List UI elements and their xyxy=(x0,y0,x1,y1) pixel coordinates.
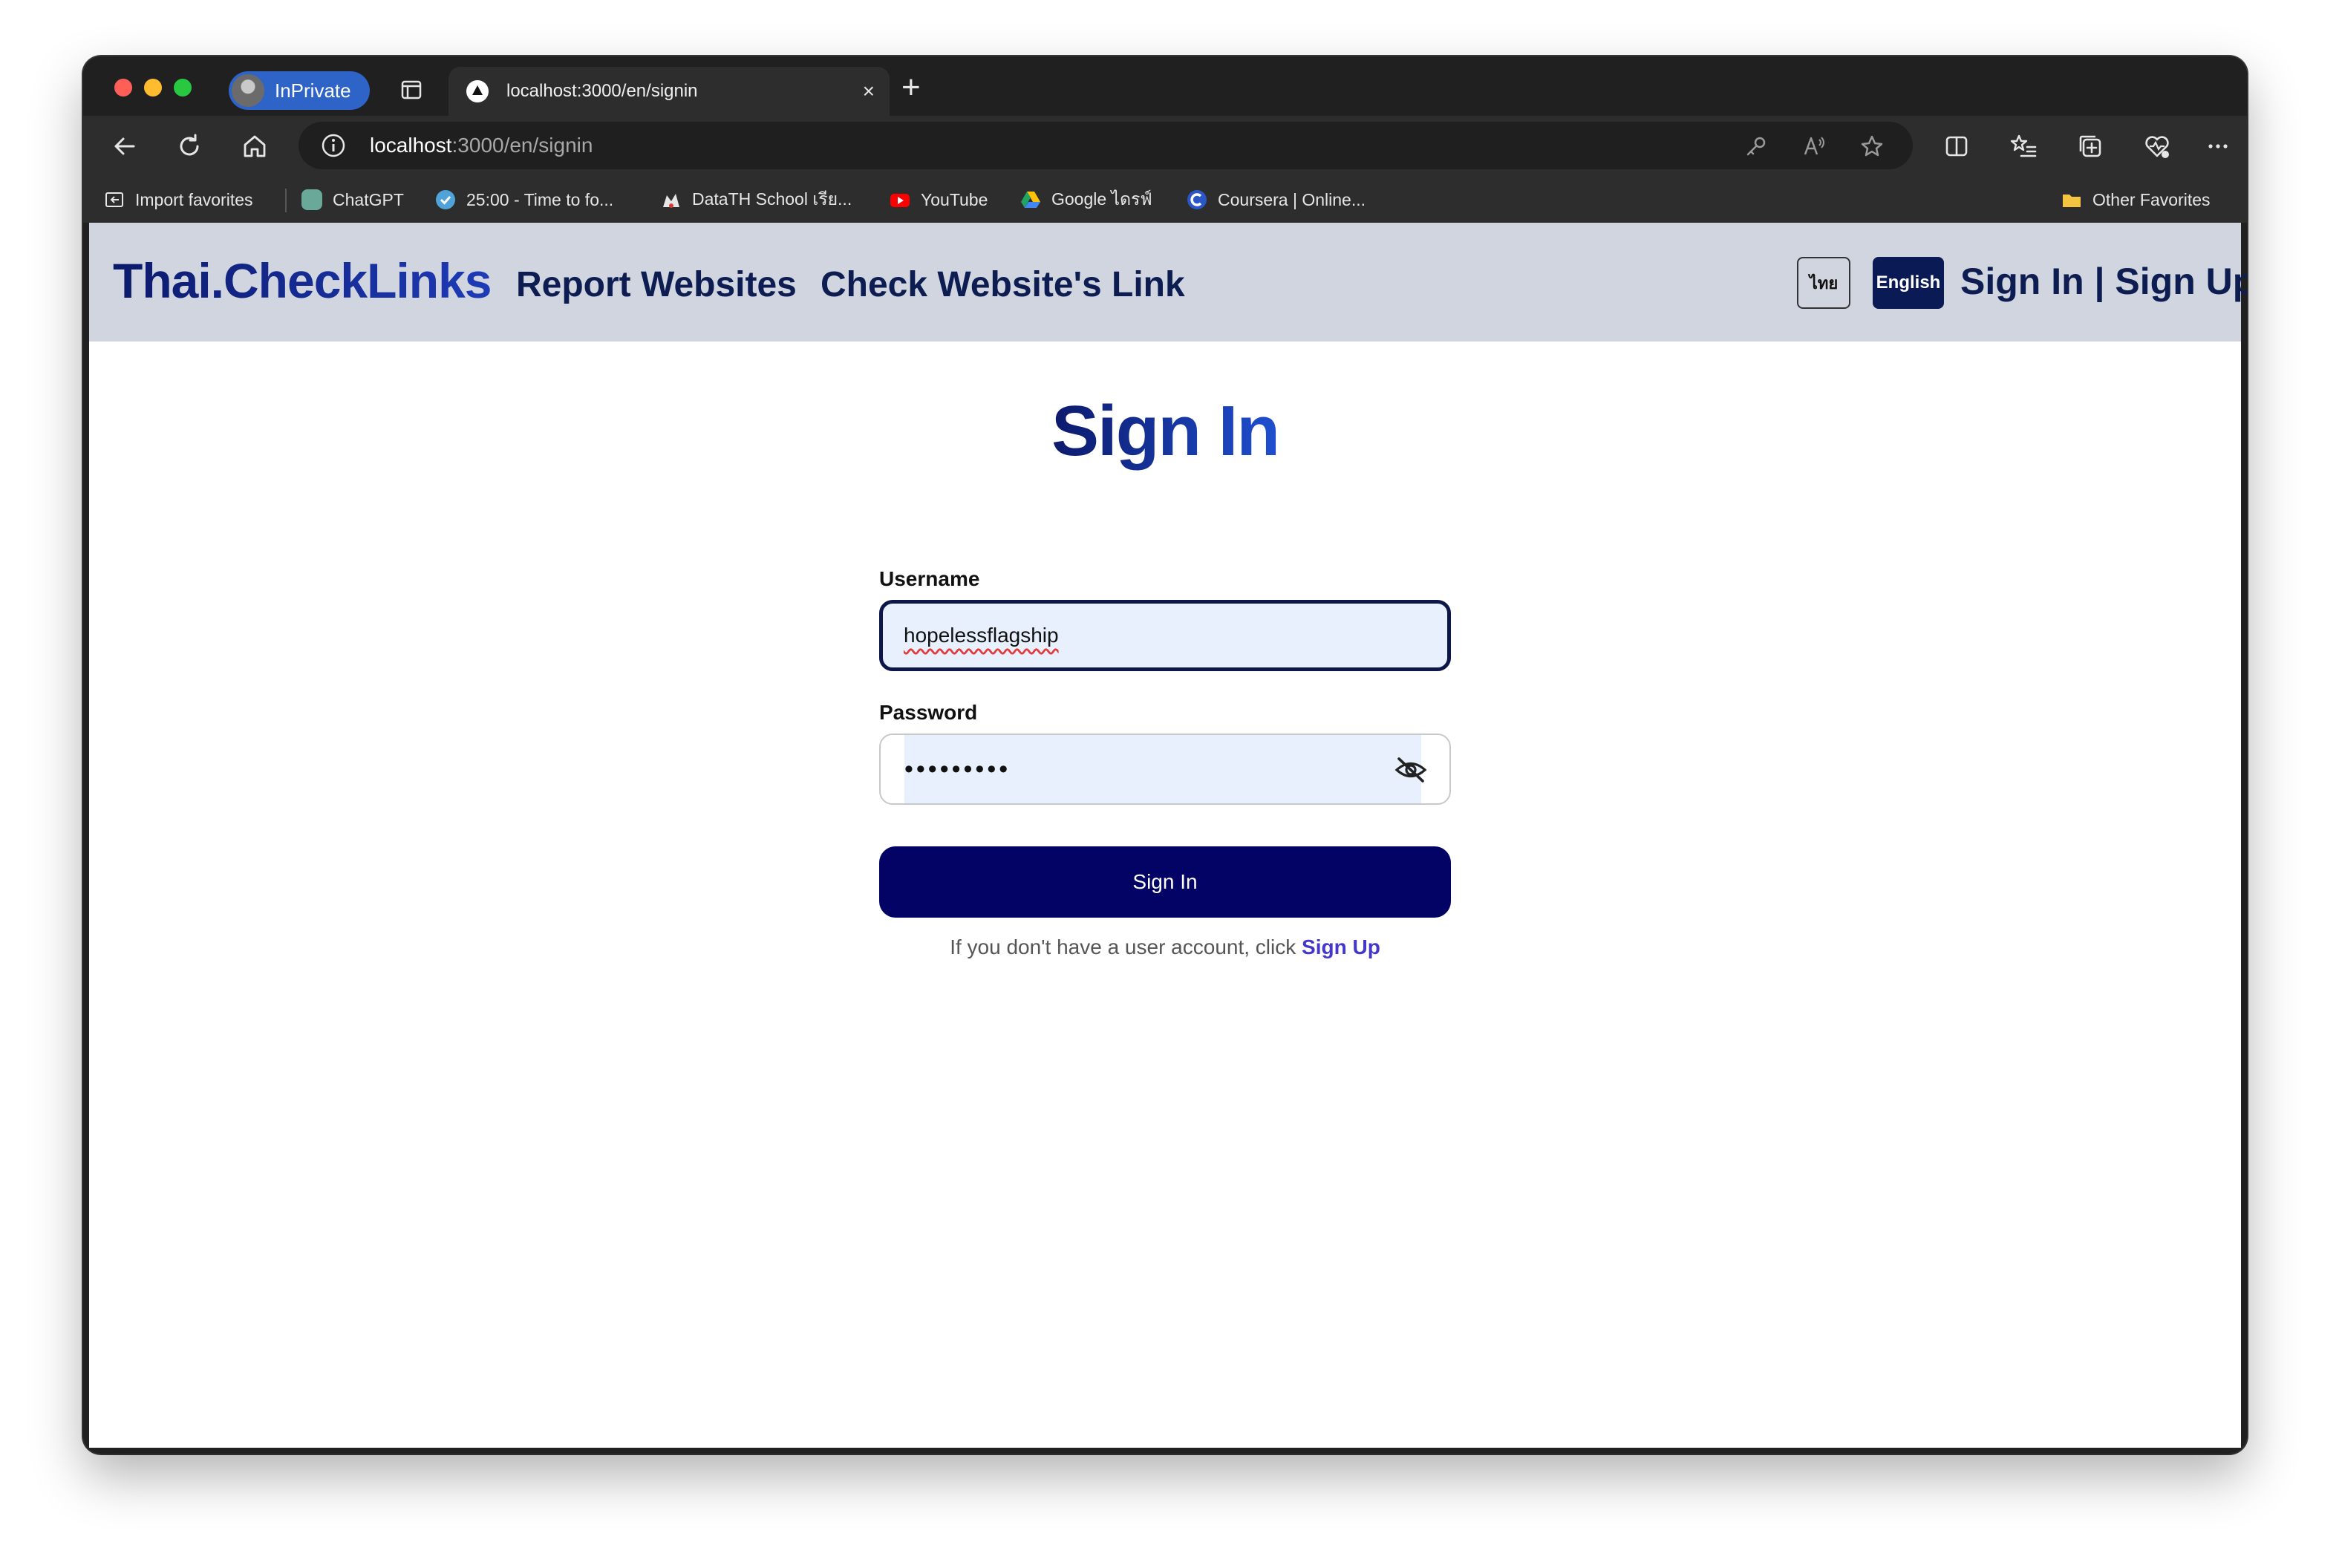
browser-toolbar: localhost:3000/en/signin xyxy=(83,116,2247,177)
signup-link[interactable]: Sign Up xyxy=(1302,935,1380,958)
favorite-datath[interactable]: DataTH School เรีย... xyxy=(661,187,852,212)
refresh-icon[interactable] xyxy=(175,132,203,160)
tab-actions-icon[interactable] xyxy=(401,80,422,99)
browser-essentials-icon[interactable] xyxy=(2143,132,2171,160)
url-host: localhost xyxy=(370,134,452,157)
page-title: Sign In xyxy=(89,391,2241,472)
favorite-label: Import favorites xyxy=(135,189,253,209)
site-info-icon[interactable] xyxy=(321,133,346,158)
password-label: Password xyxy=(879,701,978,724)
nav-signin-signup[interactable]: Sign In | Sign Up xyxy=(1960,260,2247,303)
favorite-star-icon[interactable] xyxy=(1859,134,1885,159)
home-icon[interactable] xyxy=(241,132,269,160)
signin-submit-button[interactable]: Sign In xyxy=(879,846,1451,918)
browser-window: InPrivate localhost:3000/en/signin × + l… xyxy=(83,56,2247,1454)
eye-off-icon[interactable] xyxy=(1394,756,1427,784)
favorite-youtube[interactable]: YouTube xyxy=(890,187,988,212)
nav-check-website-link[interactable]: Check Website's Link xyxy=(821,264,1185,305)
page-viewport: Thai.CheckLinks Report Websites Check We… xyxy=(89,223,2247,1448)
youtube-icon xyxy=(890,194,910,207)
favorite-25-00[interactable]: 25:00 - Time to fo... xyxy=(435,187,613,212)
username-value: hopelessflagship xyxy=(904,624,1059,647)
username-label: Username xyxy=(879,567,980,590)
nav-report-websites[interactable]: Report Websites xyxy=(516,264,797,305)
google-drive-icon xyxy=(1021,192,1040,208)
language-english-button[interactable]: English xyxy=(1873,257,1944,309)
favorite-label: Coursera | Online... xyxy=(1218,189,1366,209)
read-aloud-icon[interactable] xyxy=(1801,134,1827,159)
favorite-label: ChatGPT xyxy=(333,189,404,209)
signup-hint-text: If you don't have a user account, click xyxy=(950,935,1302,958)
signin-form: Username hopelessflagship Password •••••… xyxy=(879,567,1451,959)
site-navbar: Thai.CheckLinks Report Websites Check We… xyxy=(89,223,2247,342)
language-thai-button[interactable]: ไทย xyxy=(1797,257,1850,309)
check-circle-icon xyxy=(436,190,455,209)
favorite-label: DataTH School เรีย... xyxy=(692,189,852,209)
inprivate-profile-button[interactable]: InPrivate xyxy=(229,71,370,110)
tab-title: localhost:3000/en/signin xyxy=(506,81,698,101)
other-favorites-folder[interactable]: Other Favorites xyxy=(2061,187,2211,212)
split-screen-icon[interactable] xyxy=(1942,132,1971,160)
favorite-label: YouTube xyxy=(921,189,988,209)
favorite-label: Google ไดรฟ์ xyxy=(1051,189,1152,209)
datath-icon xyxy=(663,194,679,208)
favorites-list-icon[interactable] xyxy=(2009,132,2038,160)
username-input[interactable]: hopelessflagship xyxy=(879,600,1451,671)
favorites-bar: Import favorites ChatGPT 25:00 - Time to… xyxy=(83,177,2247,223)
avatar xyxy=(232,74,264,107)
favorite-label: 25:00 - Time to fo... xyxy=(466,189,614,209)
active-tab[interactable]: localhost:3000/en/signin × xyxy=(448,67,890,116)
minimize-window-button[interactable] xyxy=(144,79,162,97)
url-text[interactable]: localhost:3000/en/signin xyxy=(370,134,593,157)
new-tab-button[interactable]: + xyxy=(901,71,921,104)
coursera-icon xyxy=(1187,190,1207,209)
favorite-import[interactable]: Import favorites xyxy=(104,187,253,212)
import-favorites-icon xyxy=(105,192,123,207)
tab-strip: InPrivate localhost:3000/en/signin × + xyxy=(83,56,2247,116)
favorites-divider xyxy=(285,189,287,212)
back-arrow-icon[interactable] xyxy=(110,132,138,160)
url-path: :3000/en/signin xyxy=(451,134,593,157)
address-bar[interactable]: localhost:3000/en/signin xyxy=(299,122,1913,169)
favorite-coursera[interactable]: Coursera | Online... xyxy=(1187,187,1366,212)
signup-hint: If you don't have a user account, click … xyxy=(879,935,1451,959)
inprivate-label: InPrivate xyxy=(275,79,351,102)
favorite-chatgpt[interactable]: ChatGPT xyxy=(301,187,404,212)
key-icon[interactable] xyxy=(1743,134,1769,159)
collections-icon[interactable] xyxy=(2076,132,2104,160)
close-window-button[interactable] xyxy=(114,79,132,97)
maximize-window-button[interactable] xyxy=(174,79,192,97)
site-brand-logo[interactable]: Thai.CheckLinks xyxy=(113,252,492,309)
chatgpt-icon xyxy=(301,189,322,210)
other-favorites-label: Other Favorites xyxy=(2092,189,2211,209)
password-input[interactable]: ••••••••• xyxy=(879,734,1451,805)
site-favicon-icon xyxy=(466,80,489,102)
page-title-text: Sign In xyxy=(1051,391,1280,471)
tab-close-icon[interactable]: × xyxy=(863,79,875,103)
more-menu-icon[interactable] xyxy=(2204,132,2232,160)
favorite-google-drive[interactable]: Google ไดรฟ์ xyxy=(1020,187,1152,212)
password-value: ••••••••• xyxy=(904,735,1421,803)
folder-icon xyxy=(2063,195,2081,207)
